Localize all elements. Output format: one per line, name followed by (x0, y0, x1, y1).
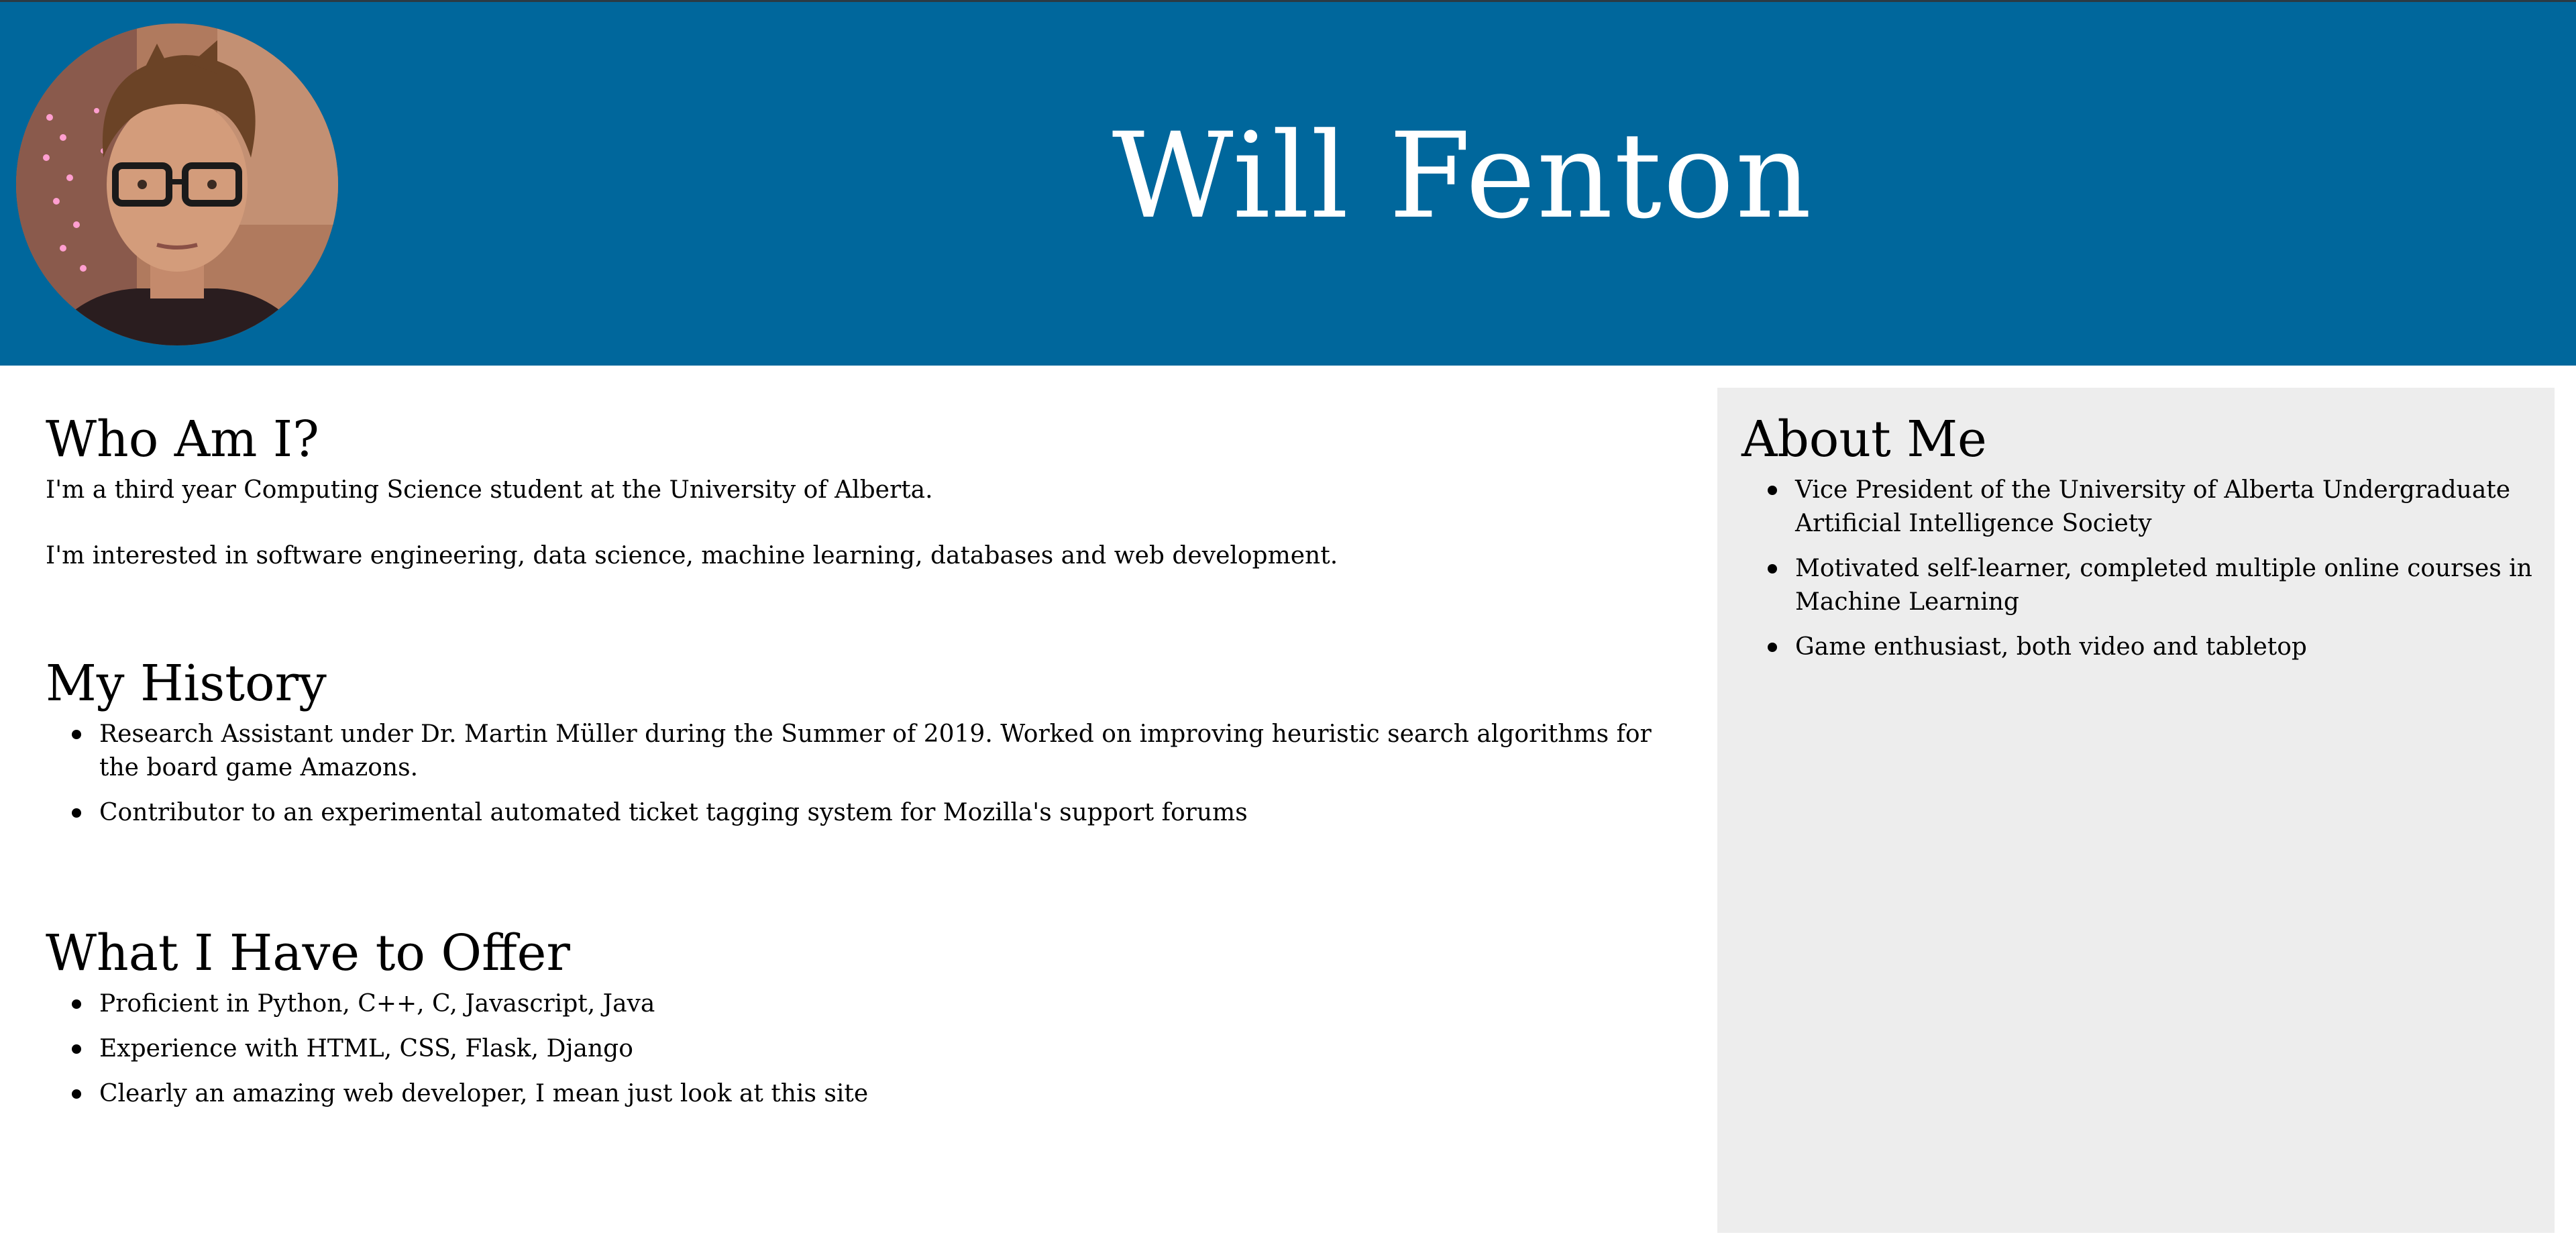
list-item: Contributor to an experimental automated… (72, 796, 1669, 830)
history-section: My History Research Assistant under Dr. … (46, 653, 1669, 841)
offer-heading: What I Have to Offer (46, 924, 570, 982)
site-header: Will Fenton (0, 0, 2576, 366)
who-paragraph: I'm interested in software engineering, … (46, 542, 1338, 569)
history-heading: My History (46, 655, 327, 712)
who-am-i-heading: Who Am I? (46, 411, 319, 468)
bullet-icon (72, 730, 81, 739)
list-item: Proficient in Python, C++, C, Javascript… (72, 987, 868, 1021)
list-item: Motivated self-learner, completed multip… (1768, 552, 2540, 619)
list-item-text: Contributor to an experimental automated… (99, 799, 1248, 826)
list-item-text: Experience with HTML, CSS, Flask, Django (99, 1035, 633, 1062)
list-item: Game enthusiast, both video and tabletop (1768, 631, 2540, 664)
list-item-text: Proficient in Python, C++, C, Javascript… (99, 990, 655, 1018)
who-am-i-section: Who Am I? I'm a third year Computing Sci… (46, 409, 1338, 573)
list-item-text: Game enthusiast, both video and tabletop (1795, 633, 2307, 661)
list-item: Vice President of the University of Albe… (1768, 474, 2540, 541)
bullet-icon (72, 1044, 81, 1054)
avatar (16, 23, 338, 345)
bullet-icon (72, 1089, 81, 1099)
offer-section: What I Have to Offer Proficient in Pytho… (46, 923, 868, 1122)
about-me-heading: About Me (1741, 411, 1987, 468)
list-item: Experience with HTML, CSS, Flask, Django (72, 1032, 868, 1066)
bullet-icon (1768, 564, 1777, 574)
offer-list: Proficient in Python, C++, C, Javascript… (46, 987, 868, 1111)
about-list: Vice President of the University of Albe… (1741, 474, 2540, 664)
list-item-text: Vice President of the University of Albe… (1795, 476, 2511, 537)
list-item-text: Motivated self-learner, completed multip… (1795, 555, 2532, 616)
profile-photo-icon (16, 23, 338, 345)
list-item-text: Clearly an amazing web developer, I mean… (99, 1080, 869, 1107)
list-item: Research Assistant under Dr. Martin Müll… (72, 718, 1669, 785)
bullet-icon (1768, 486, 1777, 495)
list-item: Clearly an amazing web developer, I mean… (72, 1077, 869, 1111)
page-title: Will Fenton (1112, 107, 1813, 245)
about-me-panel: About Me Vice President of the Universit… (1717, 388, 2555, 1233)
bullet-icon (72, 808, 81, 818)
bullet-icon (1768, 643, 1777, 652)
bullet-icon (72, 999, 81, 1009)
history-list: Research Assistant under Dr. Martin Müll… (46, 718, 1669, 830)
list-item-text: Research Assistant under Dr. Martin Müll… (99, 720, 1652, 781)
who-paragraph: I'm a third year Computing Science stude… (46, 476, 933, 504)
